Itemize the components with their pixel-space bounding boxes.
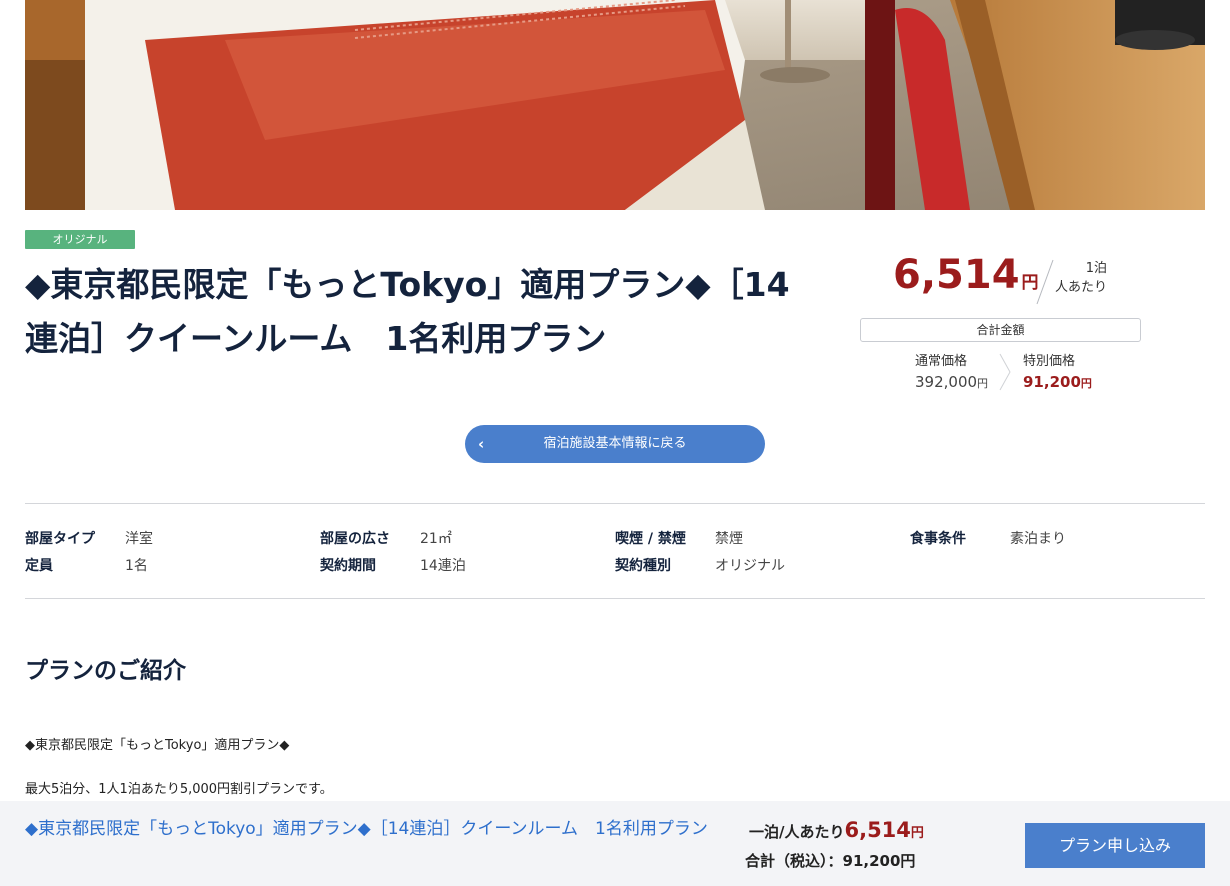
spec-period-value: 14連泊 <box>420 558 466 574</box>
booking-bar-per-label: 一泊/人あたり <box>749 823 845 841</box>
divider-bottom <box>25 598 1205 599</box>
back-to-facility-label: 宿泊施設基本情報に戻る <box>543 436 687 451</box>
special-price-yen: 円 <box>1080 377 1092 390</box>
spec-room-type-label: 部屋タイプ <box>25 531 95 547</box>
normal-price-label: 通常価格 <box>915 354 968 369</box>
spec-period-label: 契約期間 <box>320 558 376 574</box>
spec-room-size-value: 21㎡ <box>420 531 452 547</box>
price-per-night: 6,514 円 <box>893 250 1039 308</box>
plan-intro-line2: 最大5泊分、1人1泊あたり5,000円割引プランです。 <box>25 782 333 797</box>
spec-meal-value: 素泊まり <box>1010 531 1066 547</box>
price-unit-label: 1泊 人あたり <box>1050 259 1107 297</box>
booking-bar-per-yen: 円 <box>910 826 924 841</box>
spec-smoking-label: 喫煙 / 禁煙 <box>615 531 686 547</box>
spec-room-size-label: 部屋の広さ <box>320 531 390 547</box>
price-unit-line1: 1泊 <box>1085 261 1107 276</box>
spec-meal-label: 食事条件 <box>910 531 966 547</box>
plan-intro-line1: ◆東京都民限定「もっとTokyo」適用プラン◆ <box>25 738 290 753</box>
special-price: 91,200円 <box>1023 373 1092 391</box>
room-photo-illustration <box>25 0 1205 210</box>
spec-contract-value: オリジナル <box>715 558 785 574</box>
booking-bar-total-label: 合計（税込）： <box>745 852 843 870</box>
special-price-value: 91,200 <box>1023 373 1081 391</box>
apply-plan-button[interactable]: プラン申し込み <box>1025 823 1205 868</box>
spec-smoking-value: 禁煙 <box>715 531 743 547</box>
spec-capacity-label: 定員 <box>25 558 53 574</box>
booking-bar-per-night: 一泊/人あたり6,514円 <box>749 818 924 842</box>
divider-top <box>25 503 1205 504</box>
plan-title: ◆東京都民限定「もっとTokyo」適用プラン◆［14連泊］クイーンルーム 1名利… <box>25 265 790 358</box>
spec-contract-label: 契約種別 <box>615 558 671 574</box>
booking-bar-per-value: 6,514 <box>844 818 911 842</box>
normal-price-value: 392,000 <box>915 373 978 391</box>
price-unit-line2: 人あたり <box>1054 280 1107 295</box>
total-amount-label: 合計金額 <box>860 318 1141 342</box>
plan-intro-heading: プランのご紹介 <box>25 658 186 684</box>
normal-price: 392,000円 <box>915 373 988 391</box>
booking-bar-plan-title[interactable]: ◆東京都民限定「もっとTokyo」適用プラン◆［14連泊］クイーンルーム 1名利… <box>25 815 725 844</box>
normal-price-yen: 円 <box>977 377 989 390</box>
back-to-facility-button[interactable]: ‹ 宿泊施設基本情報に戻る <box>465 425 765 463</box>
spec-capacity-value: 1名 <box>125 558 148 574</box>
price-per-night-value: 6,514 <box>893 252 1020 298</box>
hero-room-photo <box>25 0 1205 210</box>
spec-room-type-value: 洋室 <box>125 531 153 547</box>
booking-bar-total-value: 91,200円 <box>842 852 916 870</box>
chevron-right-icon <box>999 353 1011 391</box>
plan-type-badge: オリジナル <box>25 230 135 249</box>
chevron-left-icon: ‹ <box>478 435 485 453</box>
booking-bar-total: 合計（税込）：91,200円 <box>745 850 915 871</box>
special-price-label: 特別価格 <box>1023 354 1076 369</box>
